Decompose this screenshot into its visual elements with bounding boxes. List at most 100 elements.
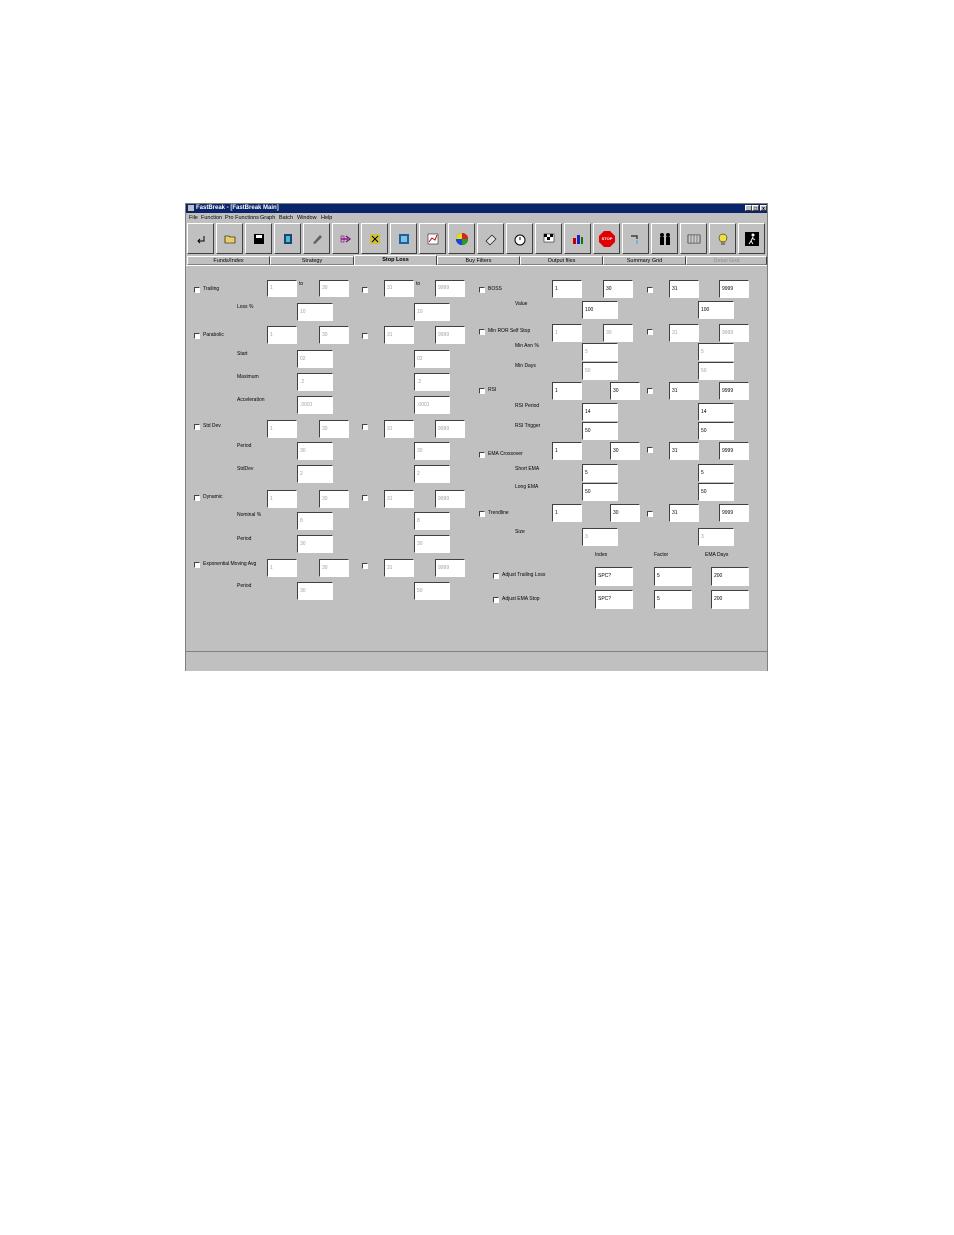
stddev-checkbox[interactable] (194, 424, 200, 430)
dynamic-checkbox[interactable] (194, 495, 200, 501)
min-ann-1[interactable] (582, 343, 618, 361)
trailing-checkbox[interactable] (194, 287, 200, 293)
stddev-to-1[interactable] (319, 420, 349, 438)
ema-crossover-to-1[interactable] (610, 442, 640, 460)
boss-from-2[interactable] (669, 280, 699, 298)
dynamic-range2-checkbox[interactable] (362, 495, 368, 501)
notebook-button[interactable] (390, 223, 417, 254)
arrow-button[interactable] (332, 223, 359, 254)
parabolic-to-1[interactable] (319, 326, 349, 344)
trendline-size-2[interactable] (698, 528, 734, 546)
trendline-to-2[interactable] (719, 504, 749, 522)
dynamic-to-1[interactable] (319, 490, 349, 508)
short-ema-1[interactable] (582, 464, 618, 482)
rsi-trigger-1[interactable] (582, 422, 618, 440)
boss-from-1[interactable] (552, 280, 582, 298)
menu-graph[interactable]: Graph (260, 214, 275, 222)
menu-function[interactable]: Function (201, 214, 222, 222)
ema-to-1[interactable] (319, 559, 349, 577)
min-ror-checkbox[interactable] (479, 329, 485, 335)
min-ror-to-1[interactable] (603, 324, 633, 342)
trailing-from-2[interactable] (384, 280, 414, 297)
start-1[interactable] (297, 350, 333, 368)
min-ann-2[interactable] (698, 343, 734, 361)
min-ror-range2-checkbox[interactable] (647, 329, 653, 335)
ema-period-1[interactable] (297, 582, 333, 600)
stddev-value-1[interactable] (297, 465, 333, 483)
runner-button[interactable] (738, 223, 765, 254)
adjust-trailing-factor[interactable] (654, 567, 692, 586)
trailing-to-2[interactable] (435, 280, 465, 297)
ema-from-1[interactable] (267, 559, 297, 577)
color-wheel-button[interactable] (448, 223, 475, 254)
stop-button[interactable]: STOP (593, 223, 620, 254)
dynamic-period-1[interactable] (297, 535, 333, 553)
trailing-to-1[interactable] (319, 280, 349, 297)
trailing-from-1[interactable] (267, 280, 297, 297)
adjust-trailing-index[interactable] (595, 567, 633, 586)
tab-summary-grid[interactable]: Summary Grid (603, 256, 686, 265)
menu-window[interactable]: Window (297, 214, 317, 222)
rsi-trigger-2[interactable] (698, 422, 734, 440)
enter-button[interactable] (187, 223, 214, 254)
long-ema-1[interactable] (582, 483, 618, 501)
rsi-to-1[interactable] (610, 382, 640, 400)
parabolic-from-2[interactable] (384, 326, 414, 344)
short-ema-2[interactable] (698, 464, 734, 482)
puzzle-button[interactable] (361, 223, 388, 254)
stddev-period-1[interactable] (297, 442, 333, 460)
menu-help[interactable]: Help (321, 214, 332, 222)
close-button[interactable]: x (760, 205, 767, 212)
boss-value-1[interactable] (582, 301, 618, 319)
faucet-button[interactable] (622, 223, 649, 254)
trendline-from-1[interactable] (552, 504, 582, 522)
start-2[interactable] (414, 350, 450, 368)
book-button[interactable] (274, 223, 301, 254)
pencil-button[interactable] (303, 223, 330, 254)
trendline-range2-checkbox[interactable] (647, 511, 653, 517)
ema-crossover-range2-checkbox[interactable] (647, 447, 653, 453)
eraser-button[interactable] (477, 223, 504, 254)
min-days-2[interactable] (698, 362, 734, 380)
ema-to-2[interactable] (435, 559, 465, 577)
tab-funds-index[interactable]: Funds/Index (187, 256, 270, 265)
rsi-period-1[interactable] (582, 403, 618, 421)
long-ema-2[interactable] (698, 483, 734, 501)
loss-pct-2[interactable] (414, 303, 450, 321)
trendline-to-1[interactable] (610, 504, 640, 522)
stddev-to-2[interactable] (435, 420, 465, 438)
maximum-1[interactable] (297, 373, 333, 391)
rsi-range2-checkbox[interactable] (647, 388, 653, 394)
boss-to-1[interactable] (603, 280, 633, 298)
dynamic-to-2[interactable] (435, 490, 465, 508)
people-button[interactable] (651, 223, 678, 254)
minimize-button[interactable]: _ (745, 205, 752, 212)
menu-pro-functions[interactable]: Pro Functions (225, 214, 259, 222)
stddev-from-1[interactable] (267, 420, 297, 438)
trendline-from-2[interactable] (669, 504, 699, 522)
stopwatch-button[interactable] (506, 223, 533, 254)
ema-crossover-from-1[interactable] (552, 442, 582, 460)
stddev-range2-checkbox[interactable] (362, 424, 368, 430)
boss-checkbox[interactable] (479, 287, 485, 293)
chart-button[interactable] (419, 223, 446, 254)
min-days-1[interactable] (582, 362, 618, 380)
rsi-from-1[interactable] (552, 382, 582, 400)
parabolic-from-1[interactable] (267, 326, 297, 344)
parabolic-to-2[interactable] (435, 326, 465, 344)
bar-chart-button[interactable] (564, 223, 591, 254)
ema-crossover-to-2[interactable] (719, 442, 749, 460)
lightbulb-button[interactable] (709, 223, 736, 254)
trailing-range2-checkbox[interactable] (362, 287, 368, 293)
boss-to-2[interactable] (719, 280, 749, 298)
adjust-ema-ema-days[interactable] (711, 590, 749, 609)
menu-file[interactable]: File (189, 214, 198, 222)
ema-from-2[interactable] (384, 559, 414, 577)
stddev-from-2[interactable] (384, 420, 414, 438)
nominal-pct-2[interactable] (414, 512, 450, 530)
exp-moving-avg-checkbox[interactable] (194, 562, 200, 568)
ema-crossover-from-2[interactable] (669, 442, 699, 460)
tab-output-files[interactable]: Output files (520, 256, 603, 265)
parabolic-checkbox[interactable] (194, 333, 200, 339)
boss-value-2[interactable] (698, 301, 734, 319)
